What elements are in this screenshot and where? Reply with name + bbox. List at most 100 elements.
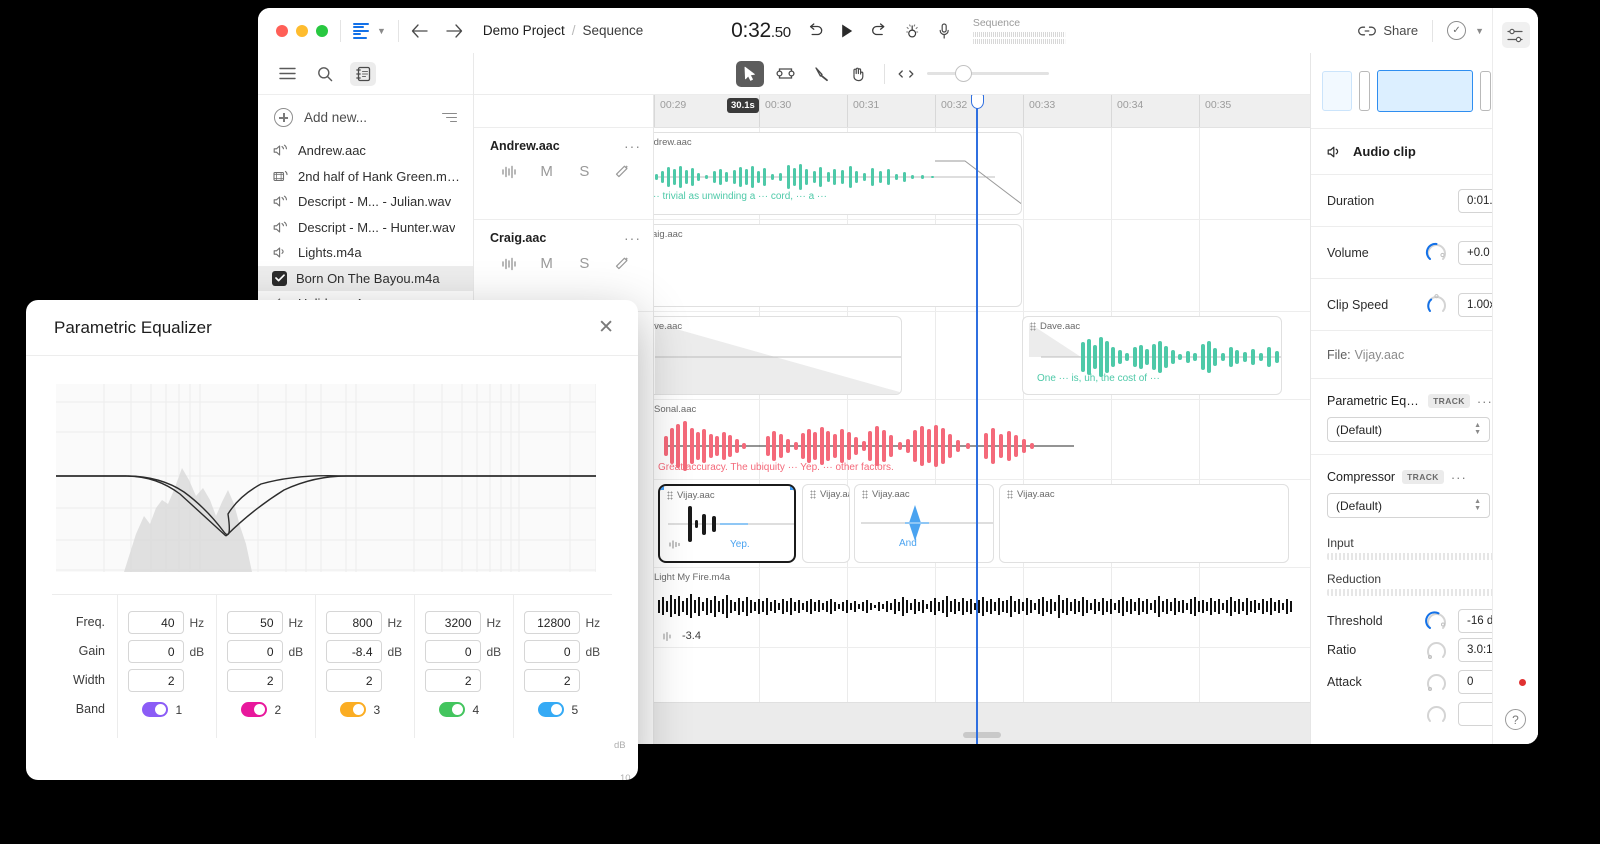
redo-icon[interactable] [870,23,887,38]
eq-gain-field-3[interactable]: -8.4 [325,640,382,663]
timeline-canvas[interactable]: 00:29 30.1s 00:30 00:31 00:32 00:33 00:3… [654,95,1310,744]
eq-graph-container[interactable]: dB 10 5 0 -5 -10 -15 Hz 30 40 50 60 70 8… [26,356,638,780]
clip-speed-knob[interactable] [1425,293,1448,316]
list-item[interactable]: 2nd half of Hank Green.mp4 [258,164,473,190]
back-arrow-icon[interactable] [411,23,428,38]
hand-tool[interactable] [844,61,872,87]
lane-sonal[interactable]: Sonal.aac Great accuracy. The ubiquity ·… [654,400,1310,480]
eq-freq-field-3[interactable]: 800 [325,611,382,634]
sparkle-icon[interactable] [903,22,921,40]
eq-freq-field-1[interactable]: 40 [127,611,184,634]
publish-status-button[interactable]: ✓ ▼ [1447,21,1484,40]
list-item-selected[interactable]: Born On The Bayou.m4a [258,265,473,291]
track-header-craig[interactable]: Craig.aac ··· M S [474,220,653,312]
lane-craig[interactable]: Craig.aac [654,220,1310,312]
eq-gain-field-1[interactable]: 0 [127,640,184,663]
range-tool[interactable] [772,61,800,87]
track-solo-button[interactable]: S [566,163,604,180]
track-waveform-icon[interactable] [490,165,528,179]
preview-clip-prev[interactable] [1321,70,1352,111]
undo-icon[interactable] [807,23,824,38]
window-traffic-lights[interactable] [276,24,328,37]
app-logo-menu[interactable]: ▼ [353,21,386,41]
drag-grip-icon[interactable] [1007,490,1013,499]
drag-grip-icon[interactable] [1030,322,1036,331]
eq-width-field-5[interactable]: 2 [523,669,580,692]
checkbox-checked-icon[interactable] [272,270,287,286]
volume-knob[interactable] [1425,241,1448,264]
play-icon[interactable] [840,23,854,39]
clip-vijay-2[interactable]: Vijay.aac [802,484,850,563]
track-header-andrew[interactable]: Andrew.aac ··· M S [474,128,653,220]
lane-light-my-fire[interactable]: Light My Fire.m4a -3.4 [654,568,1310,648]
breadcrumb-project[interactable]: Demo Project [483,23,565,38]
clip-dave-1[interactable]: Dave.aac [654,316,902,395]
eq-width-field-4[interactable]: 2 [424,669,481,692]
list-item[interactable]: Lights.m4a [258,240,473,266]
filter-icon[interactable] [442,112,457,123]
eq-width-field-1[interactable]: 2 [127,669,184,692]
clip-vijay-3[interactable]: Vijay.aac And [854,484,994,563]
fit-to-width-icon[interactable] [897,68,915,80]
eq-band-toggle-3[interactable] [339,702,366,717]
breadcrumb-sequence[interactable]: Sequence [582,23,643,38]
zoom-slider[interactable] [926,64,1049,82]
microphone-icon[interactable] [937,22,951,40]
eq-band-toggle-4[interactable] [438,702,465,717]
clip-vijay-selected[interactable]: Vijay.aac Yep. [658,484,796,563]
minimize-window-button[interactable] [296,24,308,37]
share-button[interactable]: Share [1358,23,1418,38]
eq-band-toggle-2[interactable] [240,702,267,717]
list-item[interactable]: Andrew.aac [258,138,473,164]
clip-dave-2[interactable]: Dave.aac One ··· is, uh, the cost of ··· [1022,316,1282,395]
release-knob[interactable] [1425,703,1448,726]
list-item[interactable]: Descript - M... - Hunter.wav [258,215,473,241]
clip-audio-icon[interactable] [668,537,680,555]
drag-grip-icon[interactable] [667,491,673,500]
ratio-knob[interactable] [1425,639,1448,662]
blade-tool[interactable] [808,61,836,87]
hamburger-icon[interactable] [274,62,300,86]
clip-craig[interactable]: Craig.aac [654,224,1022,307]
script-icon[interactable] [350,61,376,86]
playhead-handle[interactable] [970,95,984,109]
track-magic-icon[interactable] [603,256,641,272]
lane-vijay[interactable]: Vijay.aac Yep. Vijay.a Vijay.aac And Vij… [654,480,1310,568]
eq-width-field-3[interactable]: 2 [325,669,382,692]
track-mute-button[interactable]: M [528,255,566,272]
eq-width-field-2[interactable]: 2 [226,669,283,692]
clip-trim-handle-right[interactable] [790,486,794,490]
clip-vijay-4[interactable]: Vijay.aac [999,484,1289,563]
horizontal-scrollbar[interactable] [963,732,1001,738]
threshold-knob[interactable] [1425,610,1448,633]
eq-band-toggle-5[interactable] [537,702,564,717]
clip-trim-handle-left[interactable] [660,486,664,490]
eq-freq-field-4[interactable]: 3200 [424,611,481,634]
list-item[interactable]: Descript - M... - Julian.wav [258,189,473,215]
maximize-window-button[interactable] [316,24,328,37]
lane-andrew[interactable]: Andrew.aac [654,128,1310,220]
eq-freq-field-2[interactable]: 50 [226,611,283,634]
effect-menu-icon[interactable]: ··· [1451,470,1467,485]
drag-grip-icon[interactable] [862,490,868,499]
help-icon[interactable]: ? [1505,709,1526,730]
eq-freq-field-5[interactable]: 12800 [523,611,580,634]
track-magic-icon[interactable] [603,164,641,180]
effect-menu-icon[interactable]: ··· [1477,394,1493,409]
sliders-icon[interactable] [1501,22,1530,48]
lane-dave[interactable]: Dave.aac Dave.aac [654,312,1310,400]
forward-arrow-icon[interactable] [446,23,463,38]
eq-gain-field-4[interactable]: 0 [424,640,481,663]
track-menu-icon[interactable]: ··· [624,230,641,246]
cursor-tool[interactable] [735,60,764,87]
eq-gain-field-5[interactable]: 0 [523,640,580,663]
drag-grip-icon[interactable] [810,490,816,499]
eq-band-toggle-1[interactable] [141,702,168,717]
breadcrumb[interactable]: Demo Project / Sequence [483,23,643,38]
track-waveform-icon[interactable] [490,257,528,271]
sequence-minimap[interactable]: Sequence [972,17,1065,44]
effect-preset-select[interactable]: (Default) ▲ ▼ [1327,417,1490,442]
clip-gain-readout[interactable]: -3.4 [662,630,701,642]
search-icon[interactable] [312,62,338,86]
track-solo-button[interactable]: S [566,255,604,272]
